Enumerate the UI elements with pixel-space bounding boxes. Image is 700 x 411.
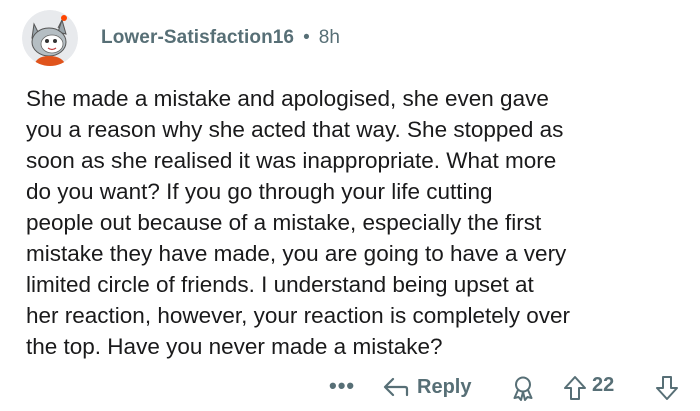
reply-label: Reply [417,375,472,398]
comment-line: soon as she realised it was inappropriat… [26,148,557,173]
comment-body: She made a mistake and apologised, she e… [26,83,694,362]
reply-arrow-icon [383,377,409,397]
username[interactable]: Lower-Satisfaction16 [101,27,294,49]
upvote-arrow-icon[interactable] [563,375,587,406]
comment-line: She made a mistake and apologised, she e… [26,86,549,111]
downvote-arrow-icon[interactable] [655,375,679,406]
more-options-icon[interactable]: ••• [329,373,355,399]
reply-button[interactable]: Reply [383,369,471,405]
timestamp: 8h [318,27,340,48]
comment-line: you a reason why she acted that way. She… [26,117,564,142]
avatar-icon [22,10,78,66]
comment: Lower-Satisfaction16 • 8h She made a mis… [0,0,700,411]
comment-line: do you want? If you go through your life… [26,179,493,204]
meta-separator: • [303,27,310,48]
comment-line: her reaction, however, your reaction is … [26,303,571,328]
comment-line: limited circle of friends. I understand … [26,272,534,297]
comment-line: people out because of a mistake, especia… [26,210,542,235]
comment-line: mistake they have made, you are going to… [26,241,567,266]
comment-line: the top. Have you never made a mistake? [26,334,443,359]
vote-score: 22 [592,374,615,396]
comment-actions: ••• Reply 22 [0,369,700,405]
award-icon[interactable] [510,375,536,406]
comment-header: Lower-Satisfaction16 • 8h [22,10,340,66]
avatar[interactable] [22,10,78,66]
